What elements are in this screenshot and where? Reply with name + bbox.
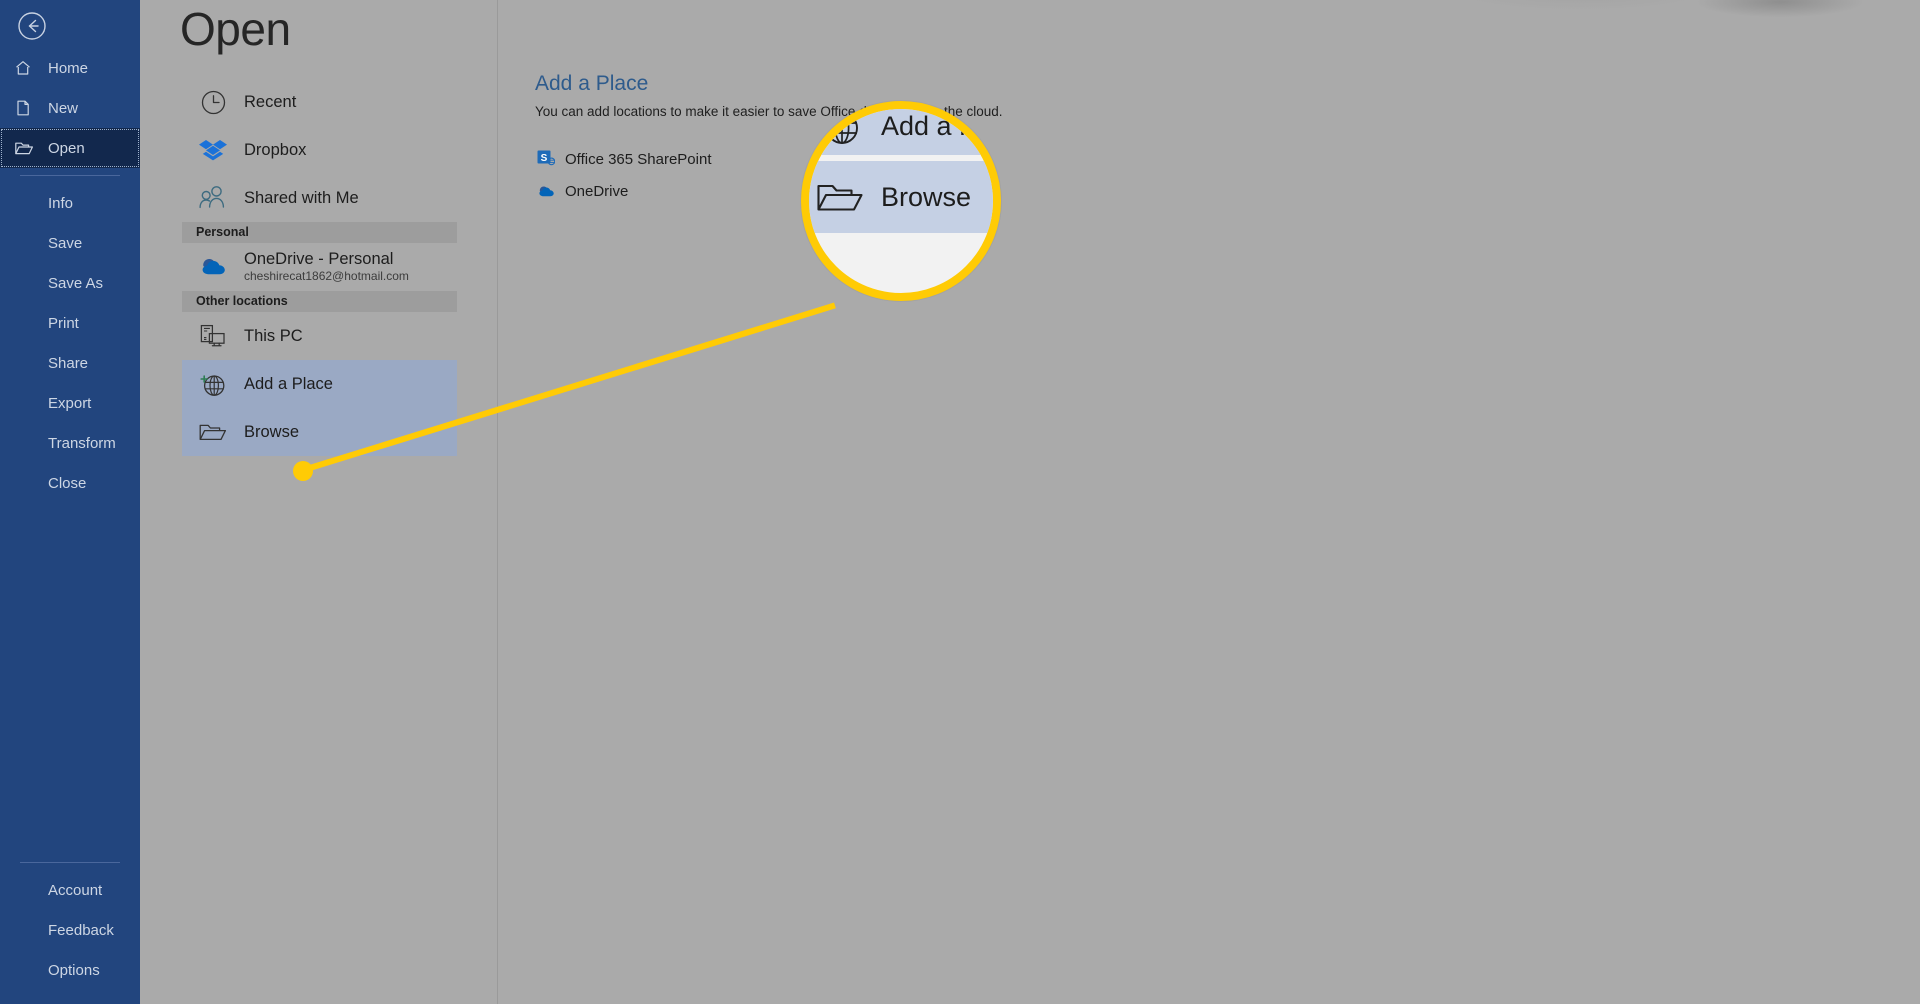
service-item-label: Office 365 SharePoint — [565, 150, 712, 168]
service-list: S Office 365 SharePoint OneDrive — [535, 143, 711, 207]
place-item-label: Dropbox — [244, 140, 307, 159]
sidebar-item-label: Save — [48, 234, 83, 252]
service-item-sharepoint[interactable]: S Office 365 SharePoint — [535, 143, 711, 175]
sidebar-item-share[interactable]: Share — [0, 343, 140, 383]
sidebar-item-export[interactable]: Export — [0, 383, 140, 423]
back-arrow-icon[interactable] — [12, 6, 52, 46]
this-pc-icon — [196, 321, 230, 351]
backstage-open-screen: Home New Open Info Save Save As Print Sh… — [0, 0, 1920, 1004]
sidebar-item-label: Feedback — [48, 921, 114, 939]
sidebar-item-label: Open — [48, 139, 85, 157]
place-item-shared-with-me[interactable]: Shared with Me — [182, 174, 457, 222]
sidebar-item-close[interactable]: Close — [0, 463, 140, 503]
magnified-item-browse[interactable]: Browse — [809, 161, 993, 233]
sidebar-item-account[interactable]: Account — [0, 870, 140, 910]
rail-bottom-list: Account Feedback Options — [0, 855, 140, 990]
add-a-place-globe-icon — [815, 109, 865, 148]
rail-divider — [20, 175, 120, 176]
add-a-place-globe-icon — [196, 369, 230, 399]
place-item-text-block: OneDrive - Personal cheshirecat1862@hotm… — [244, 250, 409, 285]
sidebar-item-save-as[interactable]: Save As — [0, 263, 140, 303]
sidebar-item-label: New — [48, 99, 79, 117]
places-list: Recent Dropbox Shared with Me Personal O… — [182, 78, 457, 456]
onedrive-icon — [196, 252, 230, 282]
place-item-add-a-place[interactable]: Add a Place — [182, 360, 457, 408]
place-item-dropbox[interactable]: Dropbox — [182, 126, 457, 174]
rail-primary-list: Home New Open Info Save Save As Print Sh… — [0, 48, 140, 503]
sidebar-item-label: Account — [48, 881, 103, 899]
callout-anchor-dot — [293, 461, 313, 481]
sidebar-item-home[interactable]: Home — [0, 48, 140, 88]
magnified-item-label: Browse — [881, 181, 972, 212]
place-item-this-pc[interactable]: This PC — [182, 312, 457, 360]
service-item-label: OneDrive — [565, 182, 629, 200]
place-item-onedrive-personal[interactable]: OneDrive - Personal cheshirecat1862@hotm… — [182, 243, 457, 291]
magnified-item-add-a-place[interactable]: Add a Place — [809, 109, 999, 155]
dropbox-icon — [196, 135, 230, 165]
sidebar-item-options[interactable]: Options — [0, 950, 140, 990]
place-item-label: Recent — [244, 92, 297, 111]
new-document-icon — [14, 98, 40, 118]
service-item-onedrive[interactable]: OneDrive — [535, 175, 711, 207]
panel-title: Add a Place — [535, 72, 649, 95]
svg-text:S: S — [541, 153, 548, 164]
home-icon — [14, 58, 40, 78]
place-item-label: Add a Place — [244, 374, 333, 393]
magnifier-callout: Add a Place Browse — [801, 101, 1001, 301]
place-item-label: Shared with Me — [244, 188, 359, 207]
sidebar-item-new[interactable]: New — [0, 88, 140, 128]
sidebar-item-label: Transform — [48, 434, 116, 452]
sidebar-item-label: Info — [48, 194, 74, 212]
group-header-personal: Personal — [182, 222, 457, 243]
sidebar-item-label: Save As — [48, 274, 104, 292]
sidebar-item-label: Options — [48, 961, 100, 979]
browse-folder-icon — [196, 417, 230, 447]
onedrive-icon — [535, 181, 557, 201]
sidebar-item-label: Export — [48, 394, 92, 412]
places-column: Open Recent Dropbox Shared with Me Perso… — [140, 0, 498, 1004]
sidebar-item-label: Print — [48, 314, 79, 332]
add-a-place-panel: Add a Place You can add locations to mak… — [530, 0, 1920, 1004]
place-item-recent[interactable]: Recent — [182, 78, 457, 126]
sidebar-item-label: Home — [48, 59, 89, 77]
people-icon — [196, 183, 230, 213]
sidebar-item-transform[interactable]: Transform — [0, 423, 140, 463]
sidebar-item-save[interactable]: Save — [0, 223, 140, 263]
group-header-other-locations: Other locations — [182, 291, 457, 312]
sidebar-item-info[interactable]: Info — [0, 183, 140, 223]
rail-divider-bottom — [20, 862, 120, 863]
sidebar-item-feedback[interactable]: Feedback — [0, 910, 140, 950]
clock-icon — [196, 87, 230, 117]
browse-folder-icon — [815, 175, 865, 219]
sidebar-item-label: Share — [48, 354, 89, 372]
place-item-sublabel: cheshirecat1862@hotmail.com — [244, 269, 409, 284]
open-folder-icon — [14, 138, 40, 158]
place-item-label: Browse — [244, 422, 300, 441]
sidebar-item-print[interactable]: Print — [0, 303, 140, 343]
magnified-item-label: Add a Place — [881, 110, 999, 141]
place-item-label: OneDrive - Personal — [244, 249, 394, 268]
place-item-label: This PC — [244, 326, 303, 345]
sidebar-item-open[interactable]: Open — [0, 128, 140, 168]
backstage-navigation-rail: Home New Open Info Save Save As Print Sh… — [0, 0, 140, 1004]
page-title: Open — [180, 3, 291, 55]
sharepoint-icon: S — [535, 149, 557, 169]
sidebar-item-label: Close — [48, 474, 87, 492]
